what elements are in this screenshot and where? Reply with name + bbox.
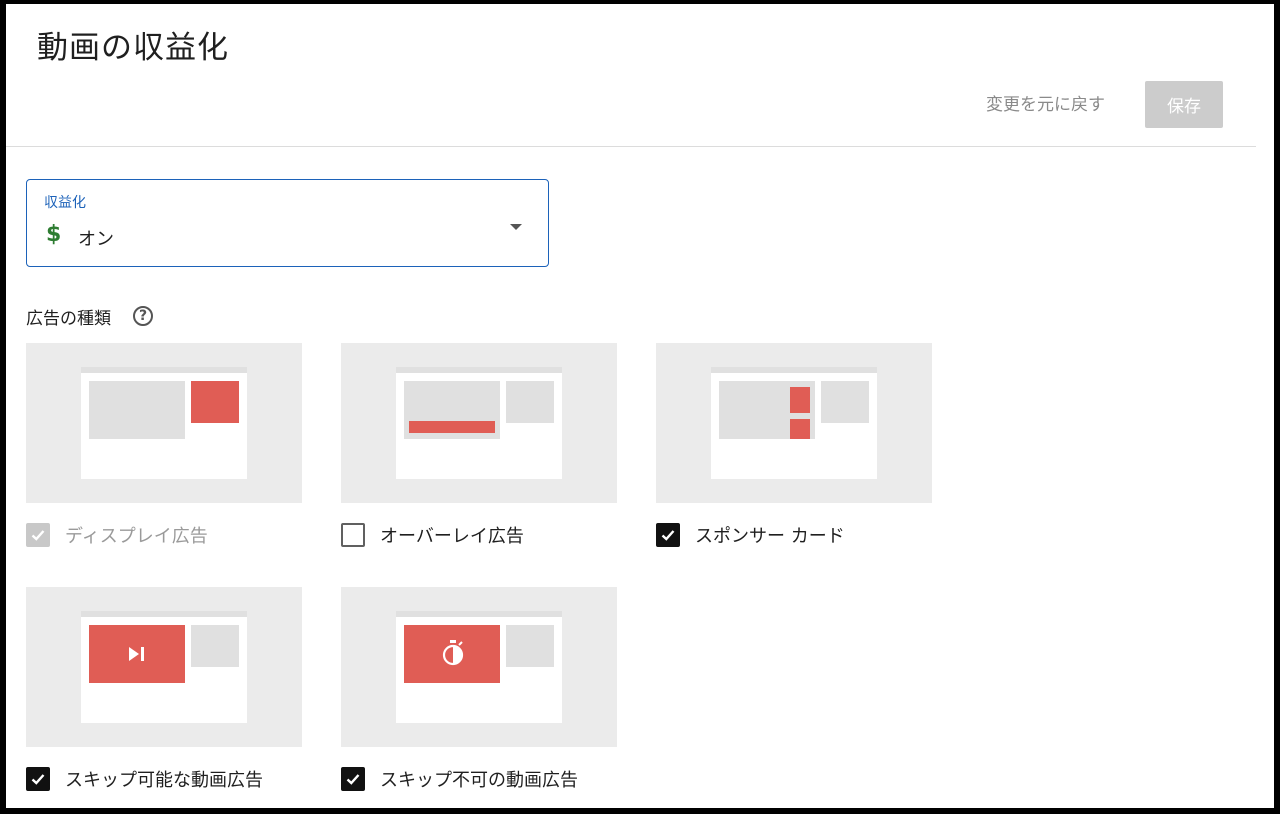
dollar-icon: $ — [46, 222, 62, 247]
overlay-ad-illustration — [341, 343, 617, 503]
checkbox-non-skippable-ad[interactable] — [341, 767, 365, 791]
checkbox-display-ad[interactable] — [26, 523, 50, 547]
non-skippable-ad-label: スキップ不可の動画広告 — [380, 770, 578, 791]
display-ad-label: ディスプレイ広告 — [65, 526, 208, 547]
monetization-value: オン — [78, 229, 114, 250]
skippable-ad-label: スキップ可能な動画広告 — [65, 770, 263, 791]
revert-changes-button[interactable]: 変更を元に戻す — [986, 90, 1105, 120]
skip-next-icon — [129, 647, 144, 661]
monetization-dropdown[interactable]: 収益化 $ オン — [26, 179, 549, 267]
header-divider — [6, 146, 1256, 147]
overlay-ad-checkbox-row[interactable]: オーバーレイ広告 — [341, 523, 524, 547]
checkbox-skippable-ad[interactable] — [26, 767, 50, 791]
checkbox-overlay-ad[interactable] — [341, 523, 365, 547]
monetization-panel: 動画の収益化 変更を元に戻す 保存 収益化 $ オン 広告の種類 ? ディスプレ… — [6, 4, 1274, 808]
skippable-ad-illustration — [26, 587, 302, 747]
skippable-ad-checkbox-row[interactable]: スキップ可能な動画広告 — [26, 767, 263, 791]
display-ad-illustration — [26, 343, 302, 503]
help-icon[interactable]: ? — [133, 306, 153, 326]
ad-types-heading: 広告の種類 — [26, 309, 111, 329]
sponsor-card-checkbox-row[interactable]: スポンサー カード — [656, 523, 845, 547]
overlay-ad-label: オーバーレイ広告 — [380, 526, 524, 547]
timer-icon — [442, 640, 464, 666]
save-button[interactable]: 保存 — [1145, 81, 1223, 128]
chevron-down-icon — [510, 224, 522, 230]
display-ad-checkbox-row[interactable]: ディスプレイ広告 — [26, 523, 208, 547]
checkbox-sponsor-card[interactable] — [656, 523, 680, 547]
sponsor-card-illustration — [656, 343, 932, 503]
sponsor-card-label: スポンサー カード — [695, 526, 845, 547]
non-skippable-ad-checkbox-row[interactable]: スキップ不可の動画広告 — [341, 767, 578, 791]
monetization-label: 収益化 — [44, 195, 86, 211]
page-title: 動画の収益化 — [37, 30, 229, 66]
non-skippable-ad-illustration — [341, 587, 617, 747]
